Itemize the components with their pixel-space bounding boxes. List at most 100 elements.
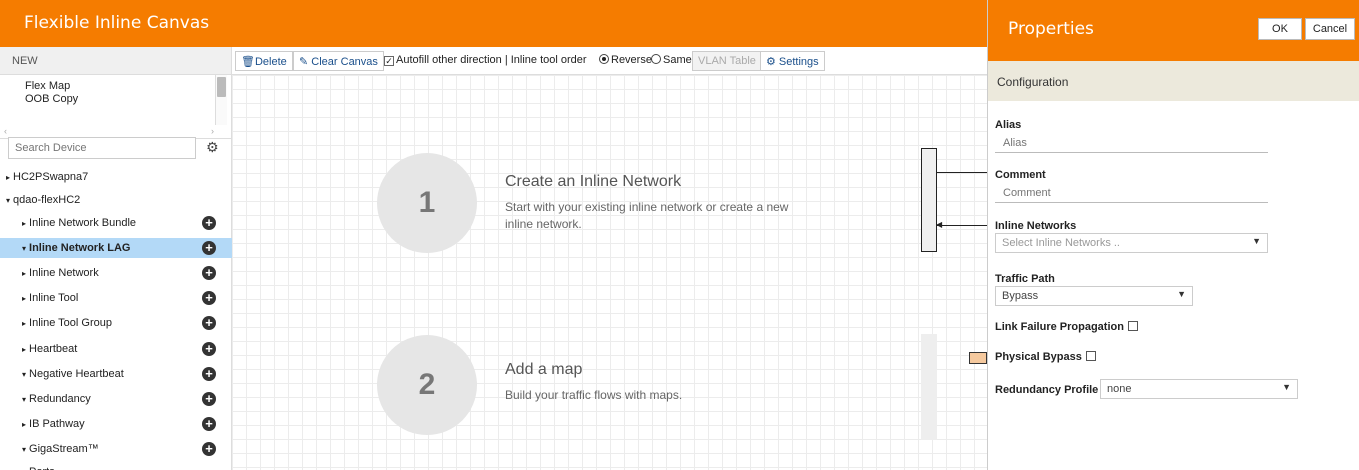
scrollbar-thumb[interactable] <box>217 77 226 97</box>
gear-icon: ⚙ <box>766 56 779 68</box>
add-icon[interactable]: + <box>202 392 216 406</box>
caret-down-icon[interactable]: ▾ <box>6 196 10 205</box>
reverse-radio[interactable] <box>599 54 609 64</box>
step-1-desc: Start with your existing inline network … <box>505 200 789 231</box>
vlan-table-button[interactable]: VLAN Table <box>692 51 762 71</box>
tree-item[interactable]: ▾ Redundancy + <box>0 389 232 409</box>
add-icon[interactable]: + <box>202 316 216 330</box>
tree-item-label: qdao-flexHC2 <box>13 194 81 206</box>
caret-down-icon[interactable]: ▾ <box>22 244 26 253</box>
tree-item-label: Inline Tool <box>29 292 79 304</box>
add-icon[interactable]: + <box>202 367 216 381</box>
alias-label: Alias <box>995 119 1022 131</box>
redundancy-profile-select[interactable]: none ▼ <box>1100 379 1298 399</box>
tree-item-label: Ports <box>29 466 55 470</box>
tree-item[interactable]: ▸ Heartbeat + <box>0 339 232 359</box>
tree-item[interactable]: ▸ IB Pathway + <box>0 414 232 434</box>
app-header: Flexible Inline Canvas <box>0 0 987 47</box>
caret-right-icon[interactable]: ▸ <box>22 345 26 354</box>
tree-item-label: Inline Tool Group <box>29 317 112 329</box>
ok-button[interactable]: OK <box>1258 18 1302 40</box>
canvas-toolbar: 🗑Delete ✎ Clear Canvas ✓ Autofill other d… <box>232 47 987 75</box>
add-icon[interactable]: + <box>202 291 216 305</box>
step-2-title: Add a map <box>505 361 583 378</box>
connector-line <box>937 172 987 173</box>
map-list-scrollbar[interactable] <box>215 75 227 125</box>
tree-item[interactable]: ▸ Inline Tool Group + <box>0 313 232 333</box>
map-list-hscrollbar[interactable]: ‹ › <box>4 126 214 136</box>
comment-label: Comment <box>995 169 1046 181</box>
eraser-icon: ✎ <box>299 56 312 68</box>
physical-bypass-checkbox[interactable] <box>1085 351 1096 361</box>
left-sidebar: NEW Flex Map OOB Copy ‹ › ⚙ ▸HC2PSwapna7… <box>0 47 232 470</box>
tree-item[interactable]: ▸ Inline Network Bundle + <box>0 213 232 233</box>
configuration-section[interactable]: Configuration <box>988 61 1359 101</box>
traffic-path-select[interactable]: Bypass ▼ <box>995 286 1193 306</box>
add-icon[interactable]: + <box>202 216 216 230</box>
properties-header: Properties OK Cancel <box>988 0 1359 61</box>
autofill-checkbox[interactable]: ✓ <box>384 56 394 66</box>
step-1-circle: 1 <box>377 153 477 253</box>
tree-item-label: Negative Heartbeat <box>29 368 124 380</box>
reverse-option[interactable]: Reverse <box>597 54 652 66</box>
same-radio[interactable] <box>651 54 661 64</box>
caret-right-icon[interactable]: ▸ <box>22 319 26 328</box>
step-2-circle: 2 <box>377 335 477 435</box>
tree-item[interactable]: ▾ qdao-flexHC2 <box>0 190 232 210</box>
properties-title: Properties <box>1008 19 1094 39</box>
chevron-down-icon: ▼ <box>1177 289 1186 299</box>
flex-canvas[interactable]: 1 Create an Inline Network Start with yo… <box>232 75 987 470</box>
add-icon[interactable]: + <box>202 417 216 431</box>
delete-button[interactable]: 🗑Delete <box>235 51 293 71</box>
tree-item[interactable]: ▾ GigaStream™ + <box>0 439 232 459</box>
autofill-option[interactable]: ✓ Autofill other direction | Inline tool … <box>384 54 587 66</box>
add-icon[interactable]: + <box>202 266 216 280</box>
gear-icon[interactable]: ⚙ <box>206 139 219 156</box>
tree-item[interactable]: ▾ Inline Network LAG + <box>0 238 232 258</box>
same-option[interactable]: Same <box>649 54 692 66</box>
map-node-placeholder <box>921 334 937 440</box>
add-icon[interactable]: + <box>202 241 216 255</box>
step-2-desc: Build your traffic flows with maps. <box>505 388 683 402</box>
chevron-down-icon: ▼ <box>1282 382 1291 392</box>
add-icon[interactable]: + <box>202 442 216 456</box>
caret-down-icon[interactable]: ▾ <box>22 395 26 404</box>
trash-icon: 🗑 <box>241 56 255 68</box>
alias-input[interactable] <box>995 133 1268 153</box>
redundancy-profile-label: Redundancy Profile <box>995 384 1099 396</box>
tree-item[interactable]: ▾Ports <box>0 462 232 470</box>
caret-right-icon[interactable]: ▸ <box>22 219 26 228</box>
link-failure-option: Link Failure Propagation <box>995 321 1138 333</box>
new-map-bar[interactable]: NEW <box>0 47 231 75</box>
arrow-left-icon: ◀ <box>936 220 943 229</box>
map-list: Flex Map OOB Copy ‹ › <box>0 75 231 139</box>
physical-bypass-option: Physical Bypass <box>995 351 1096 363</box>
clear-canvas-button[interactable]: ✎ Clear Canvas <box>293 51 384 71</box>
caret-right-icon[interactable]: ▸ <box>22 420 26 429</box>
tree-item[interactable]: ▾ Negative Heartbeat + <box>0 364 232 384</box>
tree-item[interactable]: ▸ Inline Tool + <box>0 288 232 308</box>
chevron-down-icon: ▼ <box>1252 236 1261 246</box>
settings-button[interactable]: ⚙ Settings <box>760 51 825 71</box>
traffic-path-label: Traffic Path <box>995 273 1055 285</box>
tree-item-label: IB Pathway <box>29 418 85 430</box>
inline-networks-select[interactable]: Select Inline Networks .. ▼ <box>995 233 1268 253</box>
map-node[interactable] <box>969 352 987 364</box>
caret-right-icon[interactable]: ▸ <box>22 294 26 303</box>
comment-input[interactable] <box>995 183 1268 203</box>
tree-item[interactable]: ▸ Inline Network + <box>0 263 232 283</box>
caret-right-icon[interactable]: ▸ <box>6 173 10 182</box>
cancel-button[interactable]: Cancel <box>1305 18 1355 40</box>
link-failure-checkbox[interactable] <box>1127 321 1138 331</box>
tree-item[interactable]: ▸ HC2PSwapna7 <box>0 167 232 187</box>
add-icon[interactable]: + <box>202 342 216 356</box>
caret-down-icon[interactable]: ▾ <box>22 445 26 454</box>
caret-right-icon[interactable]: ▸ <box>22 269 26 278</box>
inline-network-node[interactable] <box>921 148 937 252</box>
search-device-input[interactable] <box>8 137 196 159</box>
map-item[interactable]: OOB Copy <box>25 93 78 105</box>
connector-line <box>937 225 987 226</box>
caret-down-icon[interactable]: ▾ <box>22 370 26 379</box>
app-title: Flexible Inline Canvas <box>24 13 210 33</box>
map-item[interactable]: Flex Map <box>25 80 70 92</box>
